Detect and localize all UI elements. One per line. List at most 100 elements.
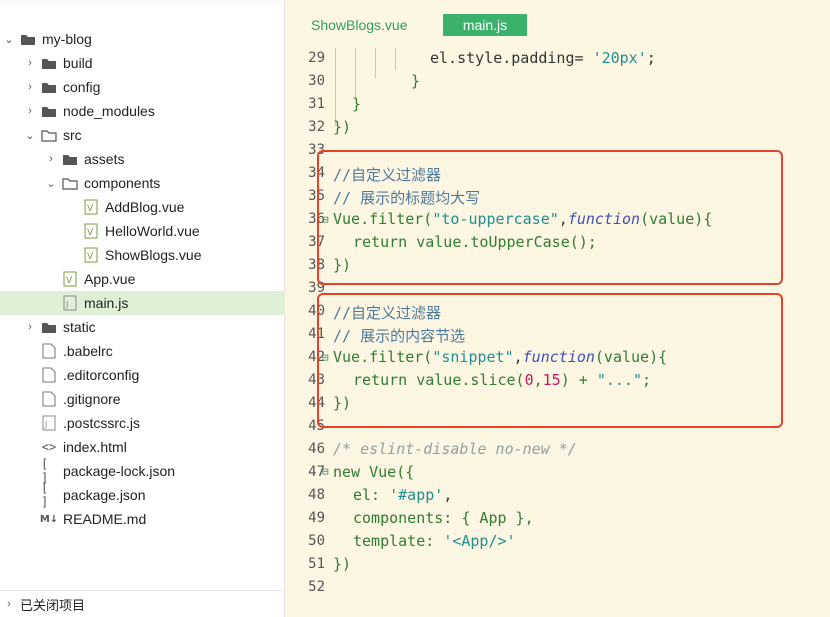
line-number: 47 [308,464,325,480]
tree-root-my-blog[interactable]: ⌄ my-blog [0,27,286,51]
indent-guide [355,48,356,100]
tree-item-label: AddBlog.vue [105,199,185,215]
code-token: function [522,348,595,366]
tree-item[interactable]: [ ] package.json [0,481,307,509]
tree-item[interactable]: V App.vue [0,267,328,291]
folder-icon [41,79,57,95]
line-number: 32 [308,119,325,135]
code-token: 15 [542,371,561,389]
line-number: 49 [308,510,325,526]
tree-item-label: static [63,319,96,335]
vue-file-icon: V [83,199,99,215]
fold-marker-icon[interactable]: ⊟ [322,465,329,478]
fold-marker-icon[interactable]: ⊟ [322,213,329,226]
code-token: ) + [560,371,597,389]
code-token: '#app' [389,486,444,504]
tree-item[interactable]: .gitignore [0,387,307,411]
line-number: 51 [308,556,325,572]
code-token: el: [353,486,390,504]
line-number: 48 [308,487,325,503]
closed-projects-label: 已关闭项目 [20,597,86,613]
code-line-32: }) [333,118,352,136]
chevron-right-icon[interactable]: › [23,57,37,69]
html-file-icon: <> [41,440,57,454]
tree-item-label: index.html [63,439,127,455]
code-line-29: el.style.padding= '20px'; [430,49,656,67]
tree-item-label: ShowBlogs.vue [105,247,202,263]
code-line-34: //自定义过滤器 [333,166,442,184]
tree-item[interactable]: › config [0,75,307,99]
line-number: 30 [308,73,325,89]
chevron-down-icon[interactable]: ⌄ [2,33,16,46]
code-editor[interactable]: ShowBlogs.vue main.js 29 30 31 32 33 34 35 36 37… [285,0,830,617]
code-token: Vue.filter( [333,210,433,228]
chevron-right-icon[interactable]: › [2,598,16,610]
indent-guide [395,48,396,70]
tree-item[interactable]: › assets [0,147,328,171]
code-line-48: el: '#app', [353,486,452,504]
tree-item[interactable]: J .postcssrc.js [0,411,307,435]
tree-item[interactable]: M↓ README.md [0,507,307,531]
code-token: function [567,210,641,228]
indent-guide [335,48,336,126]
folder-icon [41,55,57,71]
svg-text:J: J [44,420,47,429]
tree-item-label: package.json [63,487,146,503]
code-token: new [333,463,361,481]
code-token: 0 [524,371,534,389]
tree-item-label: .editorconfig [63,367,140,383]
folder-icon [62,151,78,167]
chevron-right-icon[interactable]: › [44,153,58,165]
vue-file-icon: V [83,223,99,239]
js-file-icon: J [62,295,78,311]
tree-item[interactable]: ⌄ components [0,171,328,195]
tree-item[interactable]: Jmain.js [0,291,328,315]
code-line-36: Vue.filter("to-uppercase",function(value… [333,210,712,228]
tree-item[interactable]: .editorconfig [0,363,307,387]
tree-item-label: src [63,127,82,143]
tree-item[interactable]: .babelrc [0,339,307,363]
chevron-right-icon[interactable]: › [23,321,37,333]
chevron-down-icon[interactable]: ⌄ [44,177,58,190]
chevron-down-icon[interactable]: ⌄ [23,129,37,142]
svg-text:V: V [87,228,94,238]
tree-item[interactable]: › static [0,315,307,339]
code-token: "..." [596,371,642,389]
markdown-file-icon: M↓ [39,513,59,525]
vue-file-icon: V [83,247,99,263]
code-token: return [353,371,408,389]
tree-item[interactable]: › build [0,51,307,75]
tree-item-label: assets [84,151,125,167]
vue-file-icon: V [62,271,78,287]
code-line-46: /* eslint-disable no-new */ [333,440,577,458]
tab-showblogs-vue[interactable]: ShowBlogs.vue [299,14,420,36]
tree-item[interactable]: › node_modules [0,99,307,123]
fold-marker-icon[interactable]: ⊟ [322,351,329,364]
folder-icon [41,319,57,335]
code-line-37: return value.toUpperCase(); [353,233,597,251]
code-token: Vue.filter( [333,348,433,366]
code-token: "to-uppercase" [432,210,559,228]
code-line-30: } [411,72,421,90]
code-token: return [353,233,408,251]
code-line-35: // 展示的标题均大写 [333,189,481,207]
json-file-icon: [ ] [41,481,49,509]
tree-item-label: my-blog [42,31,92,47]
svg-text:V: V [66,276,73,286]
chevron-right-icon[interactable]: › [23,105,37,117]
tree-item[interactable]: <> index.html [0,435,307,459]
code-token: (value){ [594,348,668,366]
tree-item-label: main.js [84,295,129,311]
tree-item-label: README.md [63,511,147,527]
folder-open-icon [62,175,78,191]
tab-main-js[interactable]: main.js [443,14,527,36]
code-token: , [558,210,568,228]
tree-item[interactable]: [ ] package-lock.json [0,457,307,485]
closed-projects-section[interactable]: › 已关闭项目 [0,590,284,617]
line-number: 29 [308,50,325,66]
project-sidebar: ⌄ my-blog › build › config › node_modules ⌄ src… [0,0,328,617]
tree-item-label: config [63,79,101,95]
chevron-right-icon[interactable]: › [23,81,37,93]
svg-text:V: V [87,252,94,262]
tree-item[interactable]: ⌄ src [0,123,307,147]
